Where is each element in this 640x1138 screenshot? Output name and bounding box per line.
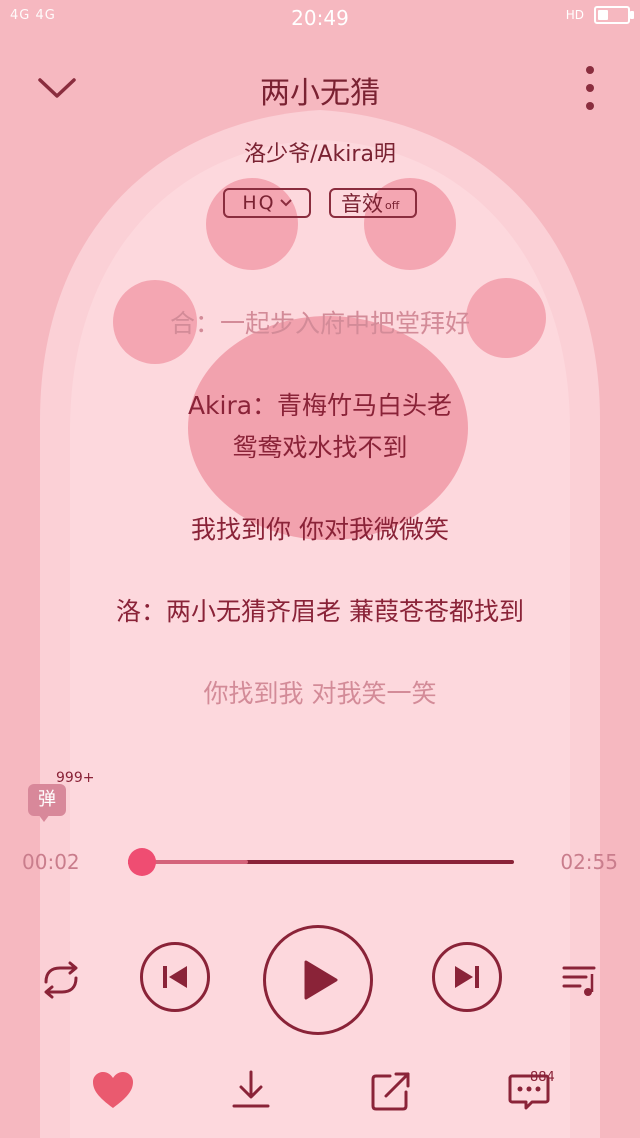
total-time: 02:55 bbox=[560, 850, 618, 874]
progress-bar[interactable] bbox=[128, 848, 514, 876]
player-header: 两小无猜 bbox=[0, 56, 640, 120]
hd-call-indicator: HD bbox=[565, 8, 584, 22]
lyric-line: 洛：两小无猜齐眉老 蒹葭苍苍都找到 bbox=[116, 597, 524, 626]
share-button[interactable] bbox=[366, 1066, 416, 1116]
effect-label: 音效 bbox=[341, 192, 383, 216]
more-vertical-icon bbox=[586, 66, 594, 74]
previous-icon bbox=[163, 966, 187, 988]
repeat-button[interactable] bbox=[38, 960, 84, 1000]
sound-effect-button[interactable]: 音效 off bbox=[329, 188, 417, 218]
artist-name[interactable]: 洛少爷/Akira明 bbox=[0, 136, 640, 168]
lyric-line: 鸳鸯戏水找不到 bbox=[232, 433, 408, 462]
playlist-icon bbox=[562, 966, 596, 996]
danmu-bubble-tail bbox=[38, 814, 50, 822]
status-right: HD bbox=[565, 6, 634, 24]
current-time: 00:02 bbox=[22, 850, 80, 874]
battery-fill bbox=[598, 10, 608, 20]
lyric-line: 你找到我 对我笑一笑 bbox=[203, 679, 437, 708]
repeat-icon bbox=[44, 961, 78, 999]
quality-label: HQ bbox=[242, 192, 276, 214]
previous-button[interactable] bbox=[140, 942, 210, 1012]
comment-count: 884 bbox=[530, 1070, 555, 1085]
audio-options: HQ 音效 off bbox=[0, 188, 640, 218]
next-button[interactable] bbox=[432, 942, 502, 1012]
heart-icon bbox=[93, 1072, 133, 1108]
status-time: 20:49 bbox=[291, 6, 349, 30]
download-button[interactable] bbox=[226, 1066, 276, 1116]
quality-button[interactable]: HQ bbox=[223, 188, 311, 218]
play-button[interactable] bbox=[263, 925, 373, 1035]
more-button[interactable] bbox=[584, 66, 596, 110]
effect-state: off bbox=[385, 198, 400, 212]
song-title: 两小无猜 bbox=[260, 76, 380, 111]
next-icon bbox=[455, 966, 479, 988]
play-icon bbox=[304, 960, 338, 1000]
share-icon bbox=[371, 1072, 410, 1111]
danmu-label: 弹 bbox=[28, 784, 66, 816]
battery-icon bbox=[594, 6, 634, 24]
lyric-line: 合：一起步入府中把堂拜好 bbox=[169, 309, 470, 338]
playlist-button[interactable] bbox=[560, 960, 600, 1000]
download-icon bbox=[232, 1070, 270, 1108]
more-dot bbox=[586, 102, 594, 110]
lyric-line: Akira：青梅竹马白头老 bbox=[187, 391, 453, 420]
more-dot bbox=[586, 84, 594, 92]
chevron-down-icon bbox=[279, 199, 292, 207]
lyric-line: 我找到你 你对我微微笑 bbox=[191, 515, 449, 544]
progress-knob[interactable] bbox=[128, 848, 156, 876]
status-bar: 4G 4G 20:49 HD bbox=[0, 0, 640, 36]
danmu-count: 999+ bbox=[56, 770, 95, 786]
playback-controls bbox=[0, 920, 640, 1040]
like-button[interactable] bbox=[88, 1066, 138, 1116]
